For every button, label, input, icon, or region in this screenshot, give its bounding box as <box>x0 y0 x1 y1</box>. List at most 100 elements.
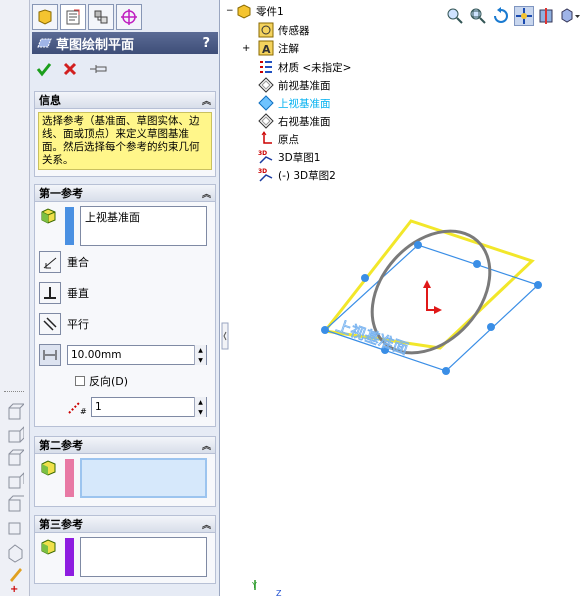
splitter-grip-icon <box>221 322 229 350</box>
axis-y-label: Y <box>251 581 257 590</box>
count-spinner[interactable]: ▲ ▼ <box>194 397 206 417</box>
spin-down-icon[interactable]: ▼ <box>195 407 206 417</box>
collapse-icon[interactable]: ︽ <box>202 439 211 452</box>
tree-item-sensors[interactable]: 传感器 <box>258 22 310 38</box>
graphics-viewport[interactable]: 上视基准面 Y Z <box>230 170 584 596</box>
ref-cube-icon <box>39 207 57 228</box>
tree-item-annotations[interactable]: + A 注解 <box>242 40 299 56</box>
first-reference-group: 第一参考 ︽ 上视基准面 重合 垂直 平行 10.00mm ▲ ▼ 反向(D) #… <box>34 184 216 427</box>
zoom-to-fit-button[interactable] <box>445 6 465 26</box>
ref-cube-icon <box>39 459 57 480</box>
second-ref-selection-box[interactable] <box>80 458 207 498</box>
parallel-label: 平行 <box>67 318 89 331</box>
handle-points[interactable] <box>321 241 542 375</box>
count-row: # 1 ▲ ▼ <box>67 397 207 417</box>
parallel-row[interactable]: 平行 <box>39 313 89 335</box>
tree-item-origin[interactable]: 原点 <box>258 131 299 147</box>
left-icon-strip: + <box>0 0 30 596</box>
configuration-manager-tab[interactable] <box>88 4 114 30</box>
collapse-icon[interactable]: ︽ <box>202 94 211 107</box>
tree-item-label: 前视基准面 <box>278 79 331 92</box>
pan-button[interactable] <box>514 6 534 26</box>
third-ref-color-bar <box>65 538 74 576</box>
material-icon <box>258 59 274 75</box>
coincident-row[interactable]: 重合 <box>39 251 89 273</box>
tree-item-3d-sketch-1[interactable]: 3D 3D草图1 <box>258 149 320 165</box>
zoom-area-icon <box>470 8 486 24</box>
spin-up-icon[interactable]: ▲ <box>195 345 206 355</box>
distance-row: 10.00mm ▲ ▼ <box>39 344 207 366</box>
tree-root-part[interactable]: − 零件1 <box>226 3 284 19</box>
axis-z-label: Z <box>276 589 282 596</box>
sketch-ellipse[interactable] <box>348 208 513 376</box>
second-reference-header[interactable]: 第二参考 ︽ <box>35 437 215 454</box>
axis-triad-icon: Y Z <box>251 580 282 596</box>
first-ref-color-bar <box>65 207 74 245</box>
flip-checkbox[interactable] <box>75 376 85 386</box>
view-cube-icons[interactable] <box>6 402 24 592</box>
tree-item-front-plane[interactable]: 前视基准面 <box>258 77 331 93</box>
pm-action-row <box>32 58 110 80</box>
svg-text:A: A <box>262 43 271 56</box>
feature-manager-tab[interactable] <box>32 4 58 30</box>
collapse-toggle-icon[interactable]: − <box>226 6 236 16</box>
third-reference-title: 第三参考 <box>39 518 83 531</box>
third-reference-header[interactable]: 第三参考 ︽ <box>35 516 215 533</box>
origin-icon <box>258 131 274 147</box>
info-group-header[interactable]: 信息 ︽ <box>35 92 215 109</box>
distance-spinner[interactable]: ▲ ▼ <box>194 345 206 365</box>
parallel-button[interactable] <box>39 313 61 335</box>
add-icon[interactable]: + <box>10 584 18 595</box>
panel-splitter[interactable] <box>221 322 229 350</box>
spin-up-icon[interactable]: ▲ <box>195 397 206 407</box>
first-ref-selection-box[interactable]: 上视基准面 <box>80 206 207 246</box>
distance-input[interactable]: 10.00mm ▲ ▼ <box>67 345 207 365</box>
tree-item-label: 材质 <未指定> <box>278 61 352 74</box>
tree-item-right-plane[interactable]: 右视基准面 <box>258 113 331 129</box>
first-reference-title: 第一参考 <box>39 187 83 200</box>
tree-item-top-plane[interactable]: 上视基准面 <box>258 95 331 111</box>
first-reference-header[interactable]: 第一参考 ︽ <box>35 185 215 202</box>
coincident-label: 重合 <box>67 256 89 269</box>
third-ref-selection-box[interactable] <box>80 537 207 577</box>
view-orientation-button[interactable] <box>560 6 580 26</box>
move-icon <box>516 8 532 24</box>
pushpin-icon[interactable] <box>88 61 110 77</box>
refresh-view-icon <box>494 7 508 23</box>
annotation-icon: A <box>258 40 274 56</box>
perpendicular-row[interactable]: 垂直 <box>39 282 89 304</box>
view-toolbar <box>445 6 580 26</box>
previous-view-button[interactable] <box>491 6 511 26</box>
pm-title: 草图绘制平面 <box>56 37 135 53</box>
svg-text:3D: 3D <box>258 150 267 157</box>
top-plane-outline[interactable] <box>323 244 540 372</box>
tree-item-material[interactable]: 材质 <未指定> <box>258 59 351 75</box>
perpendicular-label: 垂直 <box>67 287 89 300</box>
collapse-icon[interactable]: ︽ <box>202 187 211 200</box>
collapse-icon[interactable]: ︽ <box>202 518 211 531</box>
tree-item-label: 右视基准面 <box>278 115 331 128</box>
perpendicular-button[interactable] <box>39 282 61 304</box>
spin-down-icon[interactable]: ▼ <box>195 355 206 365</box>
section-view-icon <box>539 8 553 24</box>
tree-item-label-selected: 上视基准面 <box>278 97 331 110</box>
tree-item-label: 原点 <box>278 133 299 146</box>
info-group-title: 信息 <box>39 94 61 107</box>
distance-button[interactable] <box>39 344 61 366</box>
display-manager-tab[interactable] <box>116 4 142 30</box>
zoom-fit-icon <box>447 8 463 24</box>
cancel-x-icon[interactable] <box>62 61 78 77</box>
coincident-button[interactable] <box>39 251 61 273</box>
display-crosshair-icon <box>121 9 137 25</box>
ok-check-icon[interactable] <box>36 61 52 77</box>
distance-value: 10.00mm <box>71 349 122 361</box>
section-view-button[interactable] <box>537 6 557 26</box>
help-button[interactable]: ? <box>202 36 210 51</box>
count-input[interactable]: 1 ▲ ▼ <box>91 397 207 417</box>
flip-row[interactable]: 反向(D) <box>75 373 128 389</box>
property-manager-tab[interactable] <box>60 4 86 30</box>
second-reference-group: 第二参考 ︽ <box>34 436 216 507</box>
expand-toggle-icon[interactable]: + <box>242 43 258 54</box>
strip-grip[interactable] <box>4 391 24 393</box>
zoom-area-button[interactable] <box>468 6 488 26</box>
